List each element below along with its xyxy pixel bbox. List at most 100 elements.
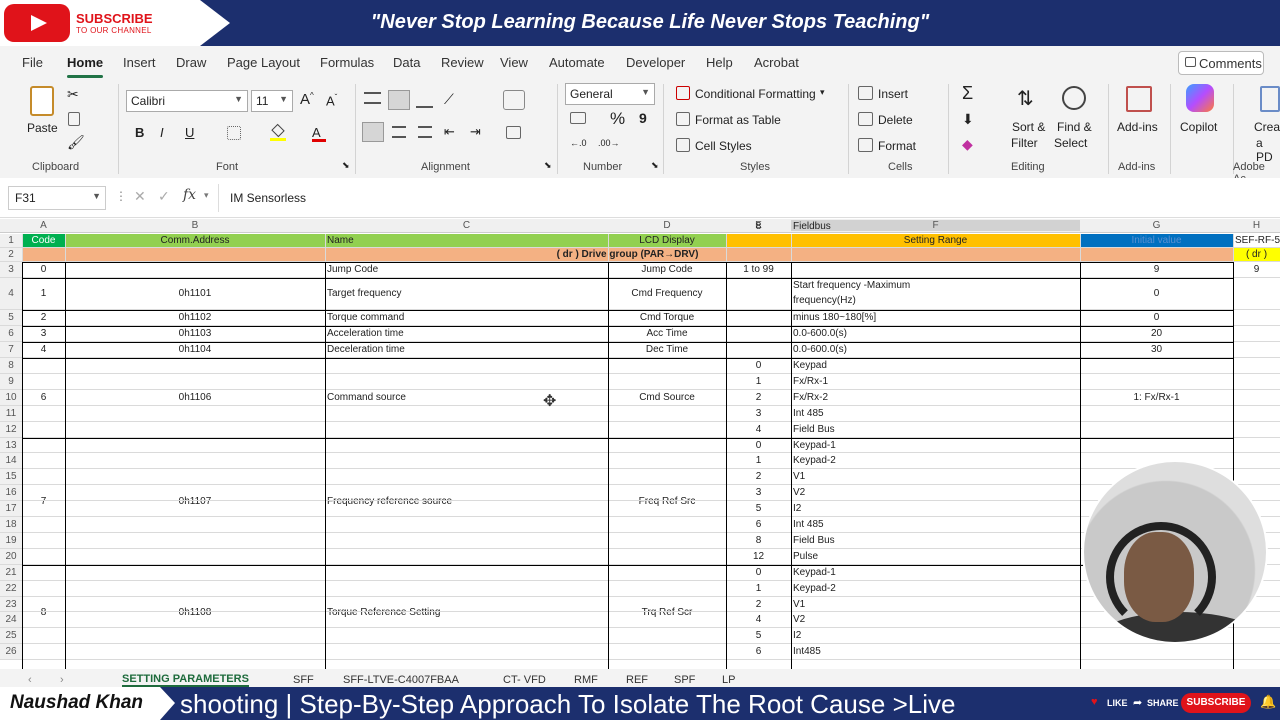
menu-insert[interactable]: Insert bbox=[123, 55, 156, 70]
row-number[interactable]: 13 bbox=[0, 437, 22, 454]
dialog-launcher-icon[interactable]: ⬊ bbox=[544, 160, 552, 171]
row-number[interactable]: 17 bbox=[0, 501, 22, 517]
cell-name[interactable]: Jump Code bbox=[325, 262, 608, 278]
row-number[interactable]: 26 bbox=[0, 644, 22, 661]
row-number[interactable]: 7 bbox=[0, 342, 22, 358]
enter-icon[interactable]: ✓ bbox=[158, 188, 170, 205]
option-value[interactable]: 6 bbox=[726, 644, 791, 660]
cell-h[interactable]: 9 bbox=[1233, 262, 1280, 278]
option-label[interactable]: Int485 bbox=[791, 644, 1080, 660]
menu-automate[interactable]: Automate bbox=[549, 55, 605, 70]
scroll-tabs-left-icon[interactable]: ‹ bbox=[28, 674, 32, 686]
row-number[interactable]: 2 bbox=[0, 248, 22, 262]
column-header-d[interactable]: D bbox=[608, 220, 726, 231]
autosum-icon[interactable]: Σ bbox=[962, 83, 973, 104]
row-number[interactable]: 12 bbox=[0, 421, 22, 438]
sheet-tab-sff-ltve[interactable]: SFF-LTVE-C4007FBAA bbox=[343, 674, 459, 686]
option-label[interactable]: Fx/Rx-2 bbox=[791, 390, 1080, 406]
cell-lcd[interactable]: Jump Code bbox=[608, 262, 726, 278]
comma-style-button[interactable]: 9 bbox=[639, 110, 647, 126]
cell-lcd[interactable]: Acc Time bbox=[608, 326, 726, 342]
shrink-font-icon[interactable]: Aˇ bbox=[326, 93, 337, 108]
sheet-tab-sff[interactable]: SFF bbox=[293, 674, 314, 686]
option-value[interactable]: 0 bbox=[726, 358, 791, 374]
option-label[interactable]: Field Bus bbox=[791, 422, 1080, 438]
option-label[interactable]: I2 bbox=[791, 628, 1080, 644]
menu-help[interactable]: Help bbox=[706, 55, 733, 70]
menu-home[interactable]: Home bbox=[67, 55, 103, 70]
option-label[interactable]: Keypad-1 bbox=[791, 438, 1080, 454]
header-name[interactable]: Name bbox=[325, 234, 608, 248]
cell-code[interactable]: 4 bbox=[22, 342, 65, 358]
sheet-tab-rmf[interactable]: RMF bbox=[574, 674, 598, 686]
decrease-decimal-icon[interactable]: .00→ bbox=[598, 138, 620, 148]
percent-style-button[interactable]: % bbox=[610, 109, 625, 129]
underline-button[interactable]: U bbox=[185, 125, 194, 140]
menu-developer[interactable]: Developer bbox=[626, 55, 685, 70]
option-value[interactable]: 2 bbox=[726, 597, 791, 613]
option-label[interactable]: Pulse bbox=[791, 549, 1080, 565]
increase-decimal-icon[interactable]: ←.0 bbox=[570, 138, 587, 148]
cell-lcd[interactable]: Cmd Source bbox=[608, 358, 726, 438]
sort-filter-button-line1[interactable]: Sort & bbox=[1012, 120, 1045, 134]
formula-input[interactable]: IM Sensorless bbox=[230, 191, 306, 205]
scroll-tabs-right-icon[interactable]: › bbox=[60, 674, 64, 686]
paste-button[interactable]: Paste bbox=[27, 121, 58, 135]
cell-name[interactable]: Target frequency bbox=[325, 278, 608, 310]
sort-filter-button-line2[interactable]: Filter bbox=[1011, 136, 1038, 150]
option-value[interactable]: 5 bbox=[726, 501, 791, 517]
option-value[interactable]: 0 bbox=[726, 438, 791, 454]
decrease-indent-icon[interactable]: ⇤ bbox=[444, 124, 455, 140]
option-value[interactable]: 4 bbox=[726, 422, 791, 438]
cell-address[interactable]: 0h1102 bbox=[65, 310, 325, 326]
cell-lcd[interactable]: Freq Ref Src bbox=[608, 438, 726, 565]
row-number[interactable]: 24 bbox=[0, 612, 22, 629]
row-number[interactable]: 18 bbox=[0, 517, 22, 533]
menu-page-layout[interactable]: Page Layout bbox=[227, 55, 300, 70]
cut-icon[interactable]: ✂ bbox=[67, 86, 79, 103]
create-pdf-button-line1[interactable]: Creat bbox=[1254, 120, 1280, 134]
cell-setting-range[interactable]: Start frequency -Maximum frequency(Hz) bbox=[791, 278, 1080, 310]
font-color-icon[interactable]: A bbox=[312, 124, 326, 142]
row-number[interactable]: 25 bbox=[0, 628, 22, 645]
option-label[interactable]: V1 bbox=[791, 597, 1080, 613]
sheet-tab-lp[interactable]: LP bbox=[722, 674, 735, 686]
option-value[interactable]: 1 bbox=[726, 453, 791, 469]
menu-file[interactable]: File bbox=[22, 55, 43, 70]
like-button[interactable]: LIKE bbox=[1107, 698, 1128, 708]
option-label[interactable]: Keypad-2 bbox=[791, 453, 1080, 469]
orientation-icon[interactable]: ⟋ bbox=[444, 91, 454, 108]
menu-draw[interactable]: Draw bbox=[176, 55, 206, 70]
column-header-b[interactable]: B bbox=[65, 220, 325, 231]
header-comm-address[interactable]: Comm.Address bbox=[65, 234, 325, 248]
align-top-icon[interactable] bbox=[364, 92, 381, 104]
cell-code[interactable]: 1 bbox=[22, 278, 65, 310]
format-cells-button[interactable]: Format bbox=[878, 139, 916, 153]
cell-name[interactable]: Acceleration time bbox=[325, 326, 608, 342]
option-label[interactable]: Keypad bbox=[791, 358, 1080, 374]
conditional-formatting-button[interactable]: Conditional Formatting bbox=[695, 87, 816, 101]
align-right-icon[interactable] bbox=[418, 126, 432, 138]
sheet-tab-ct-vfd[interactable]: CT- VFD bbox=[503, 674, 546, 686]
add-ins-button[interactable]: Add-ins bbox=[1117, 120, 1158, 134]
cell-initial[interactable]: 9 bbox=[1080, 262, 1233, 278]
insert-cells-button[interactable]: Insert bbox=[878, 87, 908, 101]
subscribe-badge[interactable]: SUBSCRIBE TO OUR CHANNEL bbox=[0, 0, 230, 46]
header-lcd-display[interactable]: LCD Display bbox=[608, 234, 726, 248]
dialog-launcher-icon[interactable]: ⬊ bbox=[651, 160, 659, 171]
option-value[interactable]: 3 bbox=[726, 406, 791, 422]
row-number[interactable]: 10 bbox=[0, 389, 22, 406]
row-number[interactable]: 22 bbox=[0, 580, 22, 597]
header-setting-range[interactable]: Setting Range bbox=[791, 234, 1080, 248]
row-number[interactable]: 1 bbox=[0, 234, 22, 248]
row-number[interactable]: 9 bbox=[0, 373, 22, 390]
cell-initial[interactable]: 20 bbox=[1080, 326, 1233, 342]
copy-icon[interactable] bbox=[68, 112, 80, 126]
menu-data[interactable]: Data bbox=[393, 55, 420, 70]
column-header-h[interactable]: H bbox=[1233, 220, 1280, 231]
cancel-icon[interactable]: ✕ bbox=[134, 188, 146, 205]
find-select-button-line1[interactable]: Find & bbox=[1057, 120, 1092, 134]
row-number[interactable]: 8 bbox=[0, 358, 22, 374]
increase-indent-icon[interactable]: ⇥ bbox=[470, 124, 481, 140]
option-value[interactable]: 0 bbox=[726, 565, 791, 581]
